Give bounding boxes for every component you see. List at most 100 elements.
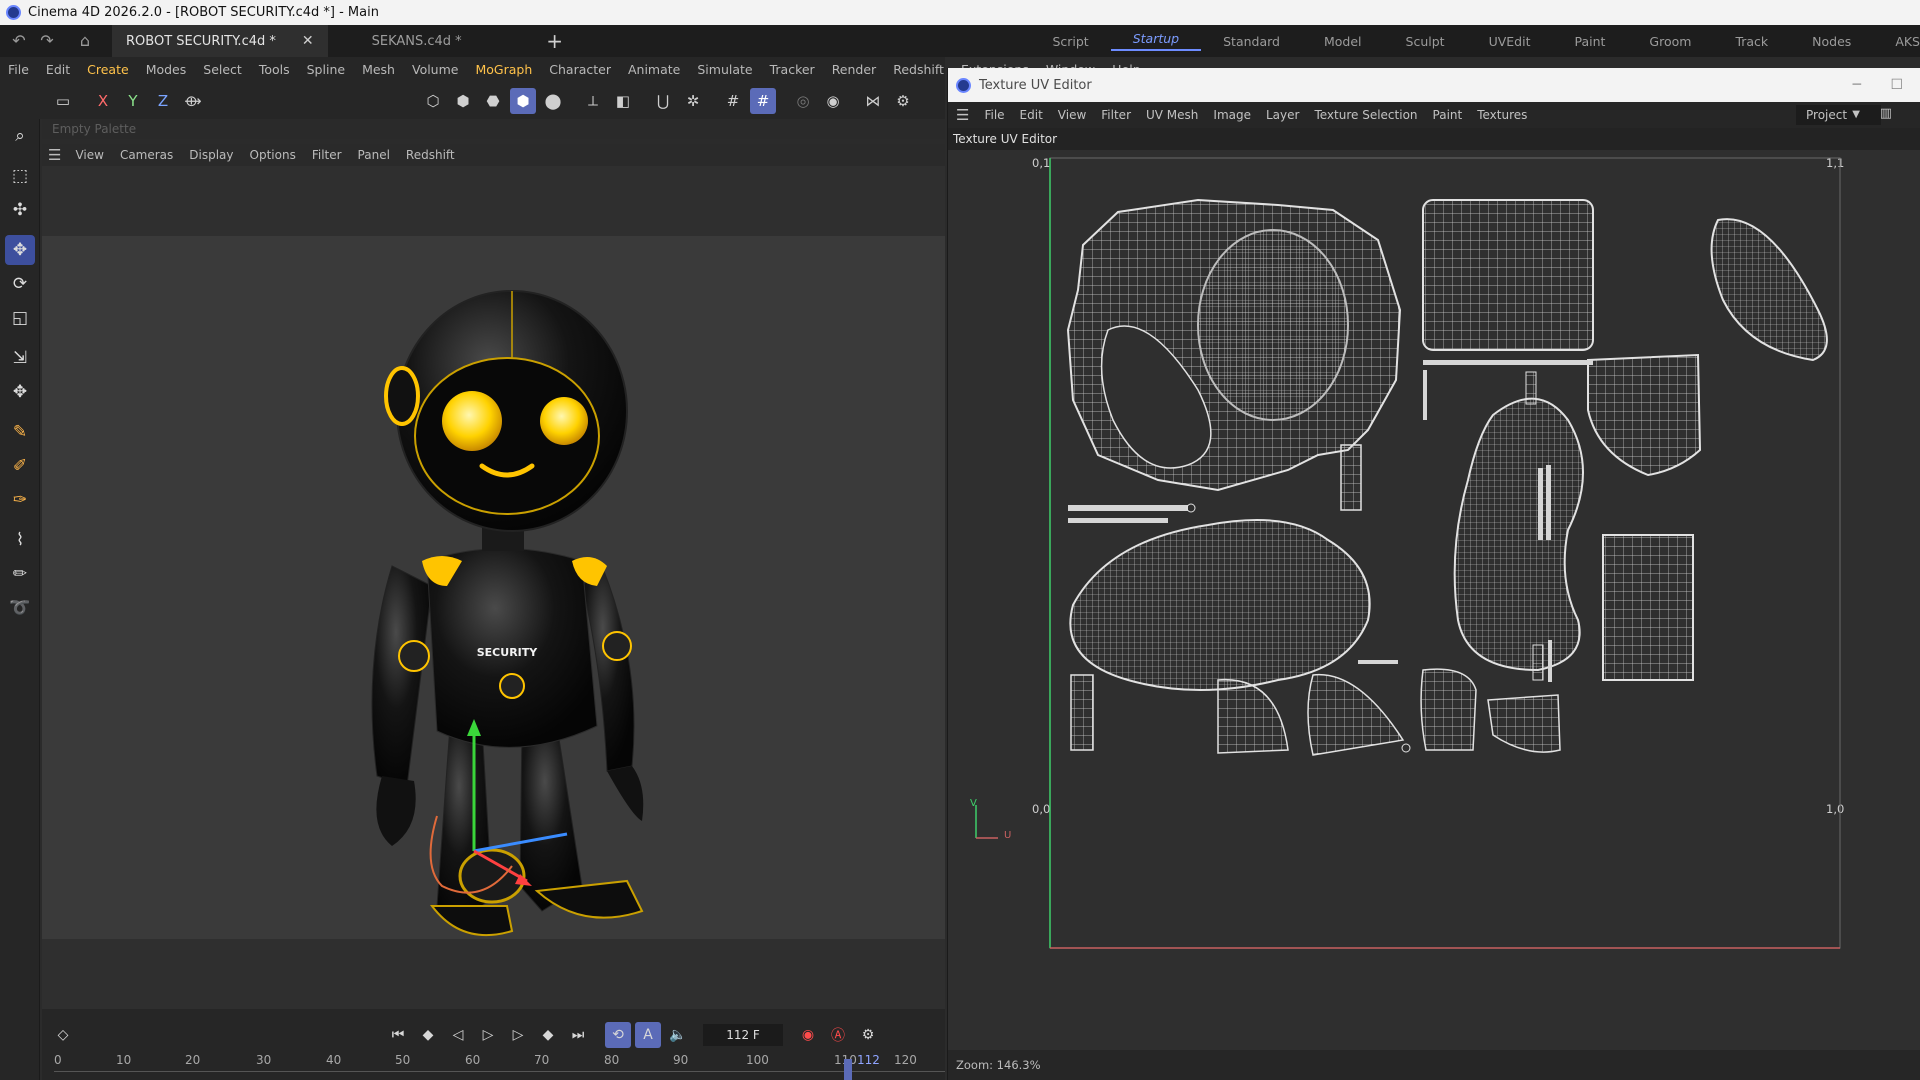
uv-menu-texture-selection[interactable]: Texture Selection xyxy=(1314,108,1417,122)
menu-redshift[interactable]: Redshift xyxy=(893,62,944,77)
doc-tab-robot-security[interactable]: ROBOT SECURITY.c4d * ✕ xyxy=(112,25,328,57)
uv-menu-layer[interactable]: Layer xyxy=(1266,108,1299,122)
play-icon[interactable]: ▷ xyxy=(475,1022,501,1048)
home-icon[interactable]: ⌂ xyxy=(76,32,94,50)
z-axis-lock-button[interactable]: Z xyxy=(150,88,176,114)
menu-character[interactable]: Character xyxy=(549,62,611,77)
edges-mode-icon[interactable]: ⬢ xyxy=(450,88,476,114)
robot-character[interactable]: SECURITY xyxy=(42,166,945,1009)
layout-groom[interactable]: Groom xyxy=(1627,34,1713,49)
uv-menu-view[interactable]: View xyxy=(1058,108,1086,122)
viewport-menu-panel[interactable]: Panel xyxy=(358,148,390,162)
search-icon[interactable]: ⌕ xyxy=(5,121,35,151)
uv-menu-paint[interactable]: Paint xyxy=(1433,108,1463,122)
layout-model[interactable]: Model xyxy=(1302,34,1384,49)
world-axis-icon[interactable]: ⟴ xyxy=(180,88,206,114)
axis-mode-icon[interactable]: ⟂ xyxy=(580,88,606,114)
viewport-menu-icon[interactable]: ☰ xyxy=(48,146,61,164)
record-icon[interactable]: ◉ xyxy=(795,1022,821,1048)
uv-islands[interactable] xyxy=(948,150,1920,1050)
layout-nodes[interactable]: Nodes xyxy=(1790,34,1873,49)
uv-menu-file[interactable]: File xyxy=(984,108,1004,122)
viewport-menu-filter[interactable]: Filter xyxy=(312,148,342,162)
sound-icon[interactable]: 🔈 xyxy=(665,1022,691,1048)
new-tab-button[interactable]: + xyxy=(546,31,564,51)
viewport-menu-view[interactable]: View xyxy=(75,148,103,162)
coordinate-system-icon[interactable]: ▭ xyxy=(50,88,76,114)
maximize-icon[interactable]: ☐ xyxy=(1890,77,1903,93)
redo-icon[interactable]: ↷ xyxy=(38,32,56,50)
paint-icon[interactable]: ✏ xyxy=(5,559,35,589)
next-key-icon[interactable]: ◆ xyxy=(535,1022,561,1048)
go-to-end-icon[interactable]: ⏭ xyxy=(565,1022,591,1048)
spline-sketch-icon[interactable]: ✐ xyxy=(5,451,35,481)
keyframe-diamond-icon[interactable]: ◇ xyxy=(50,1022,76,1048)
viewport-menu-redshift[interactable]: Redshift xyxy=(406,148,455,162)
render-view-icon[interactable]: ◉ xyxy=(820,88,846,114)
uv-menu-textures[interactable]: Textures xyxy=(1477,108,1527,122)
layout-aks[interactable]: AKS xyxy=(1873,34,1920,49)
tweak-tool-icon[interactable]: ✣ xyxy=(5,195,35,225)
rotate-tool-icon[interactable]: ⟳ xyxy=(5,269,35,299)
layout-paint[interactable]: Paint xyxy=(1552,34,1627,49)
playback-mode-icon[interactable]: A xyxy=(635,1022,661,1048)
menu-tracker[interactable]: Tracker xyxy=(770,62,815,77)
grid-icon[interactable]: # xyxy=(720,88,746,114)
next-frame-icon[interactable]: ▷ xyxy=(505,1022,531,1048)
transfer-tool-icon[interactable]: ⇲ xyxy=(5,343,35,373)
minimize-icon[interactable]: ─ xyxy=(1853,77,1861,93)
uv-menu-image[interactable]: Image xyxy=(1213,108,1251,122)
menu-tools[interactable]: Tools xyxy=(259,62,290,77)
menu-select[interactable]: Select xyxy=(203,62,242,77)
viewport-menu-display[interactable]: Display xyxy=(189,148,233,162)
spline-smooth-icon[interactable]: ✑ xyxy=(5,485,35,515)
layout-standard[interactable]: Standard xyxy=(1201,34,1302,49)
layout-sculpt[interactable]: Sculpt xyxy=(1384,34,1467,49)
histogram-icon[interactable]: ▥ xyxy=(1880,106,1892,121)
layout-track[interactable]: Track xyxy=(1713,34,1790,49)
scale-tool-icon[interactable]: ◱ xyxy=(5,303,35,333)
key-settings-icon[interactable]: ⚙ xyxy=(855,1022,881,1048)
selection-tool-icon[interactable]: ⬚ xyxy=(5,161,35,191)
render-region-icon[interactable]: ◎ xyxy=(790,88,816,114)
spline-pen-icon[interactable]: ✎ xyxy=(5,417,35,447)
menu-modes[interactable]: Modes xyxy=(146,62,187,77)
lasso-icon[interactable]: ➰ xyxy=(5,593,35,623)
menu-animate[interactable]: Animate xyxy=(628,62,680,77)
place-tool-icon[interactable]: ✥ xyxy=(5,377,35,407)
playhead[interactable] xyxy=(844,1059,852,1080)
menu-volume[interactable]: Volume xyxy=(412,62,459,77)
uv-canvas[interactable]: 0,1 1,1 0,0 1,0 V U xyxy=(948,150,1920,1050)
menu-edit[interactable]: Edit xyxy=(46,62,70,77)
loop-icon[interactable]: ⟲ xyxy=(605,1022,631,1048)
menu-render[interactable]: Render xyxy=(832,62,877,77)
autokey-icon[interactable]: Ⓐ xyxy=(825,1022,851,1048)
uv-menu-edit[interactable]: Edit xyxy=(1020,108,1043,122)
previous-key-icon[interactable]: ◆ xyxy=(415,1022,441,1048)
magnet-icon[interactable]: ⋃ xyxy=(650,88,676,114)
timeline-ruler[interactable]: 0 10 20 30 40 50 60 70 80 90 100 110 120… xyxy=(54,1053,945,1080)
move-tool-icon[interactable]: ✥ xyxy=(5,235,35,265)
current-frame-field[interactable]: 112 F xyxy=(703,1024,783,1046)
project-dropdown[interactable]: Project ▼ xyxy=(1796,105,1881,125)
model-mode-icon[interactable]: ⬢ xyxy=(510,87,536,114)
viewport-menu-cameras[interactable]: Cameras xyxy=(120,148,173,162)
menu-file[interactable]: File xyxy=(8,62,29,77)
doc-tab-sekans[interactable]: SEKANS.c4d * xyxy=(358,25,476,57)
brush-icon[interactable]: ⌇ xyxy=(5,525,35,555)
snap-grid-icon[interactable]: # xyxy=(750,87,776,114)
layout-script[interactable]: Script xyxy=(1030,34,1110,49)
points-mode-icon[interactable]: ⬡ xyxy=(420,88,446,114)
uv-menu-filter[interactable]: Filter xyxy=(1101,108,1131,122)
workplane-icon[interactable]: ✲ xyxy=(680,88,706,114)
polygons-mode-icon[interactable]: ⬣ xyxy=(480,88,506,114)
y-axis-lock-button[interactable]: Y xyxy=(120,88,146,114)
menu-mesh[interactable]: Mesh xyxy=(362,62,395,77)
menu-create[interactable]: Create xyxy=(87,62,129,77)
previous-frame-icon[interactable]: ◁ xyxy=(445,1022,471,1048)
menu-mograph[interactable]: MoGraph xyxy=(475,62,532,77)
3d-viewport[interactable]: SECURITY xyxy=(42,166,945,1009)
layout-startup[interactable]: Startup xyxy=(1110,31,1202,51)
uv-menu-hamburger-icon[interactable]: ☰ xyxy=(956,106,969,124)
x-axis-lock-button[interactable]: X xyxy=(90,88,116,114)
